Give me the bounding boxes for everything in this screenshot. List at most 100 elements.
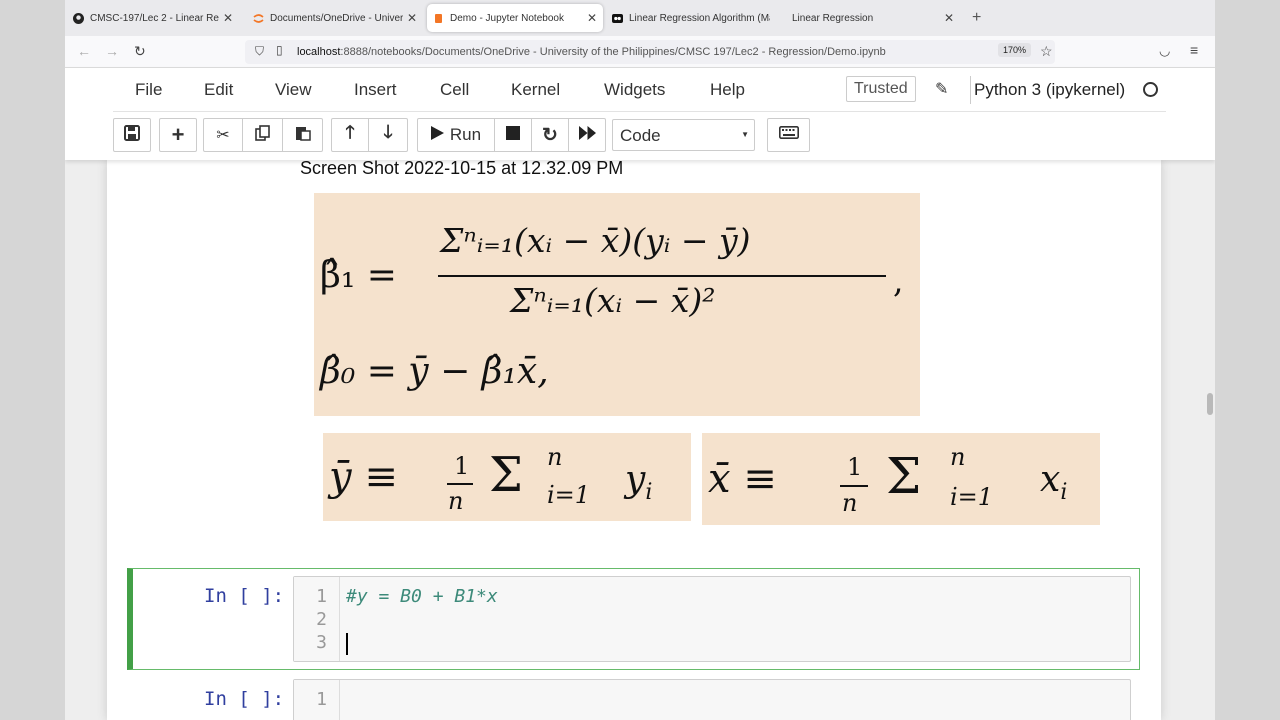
close-icon[interactable]: ✕ <box>944 11 954 25</box>
code-editor[interactable]: 1 <box>293 679 1131 720</box>
copy-icon <box>254 124 271 146</box>
pencil-icon[interactable]: ✎ <box>935 79 948 99</box>
cut-button[interactable]: ✂ <box>203 118 243 152</box>
sum-lower-bound: i=1 <box>950 483 994 511</box>
y-mean-formula: ȳ ≡ 1 n Σ n i=1 yi <box>323 433 691 521</box>
url-text: localhost:8888/notebooks/Documents/OneDr… <box>297 46 886 58</box>
tab-onedrive-documents[interactable]: Documents/OneDrive - Universi ✕ <box>247 4 423 32</box>
text-cursor <box>346 633 348 655</box>
menu-widgets[interactable]: Widgets <box>604 80 665 100</box>
image-caption: Screen Shot 2022-10-15 at 12.32.09 PM <box>300 158 624 178</box>
input-prompt: In [ ]: <box>204 688 285 710</box>
pocket-icon[interactable]: ◡ <box>1159 43 1170 59</box>
fraction-bar <box>840 485 868 487</box>
arrow-up-icon: 🡑 <box>345 122 355 142</box>
restart-button[interactable]: ↻ <box>532 118 569 152</box>
summand: yi <box>625 459 653 506</box>
tab-linear-regression-algorithm[interactable]: Linear Regression Algorithm (Ma <box>606 4 776 32</box>
menu-kernel[interactable]: Kernel <box>511 80 560 100</box>
save-icon <box>124 124 140 146</box>
kernel-idle-indicator-icon <box>1143 82 1158 97</box>
kernel-name[interactable]: Python 3 (ipykernel) <box>974 80 1125 100</box>
code-comment: #y = B0 + B1*x <box>346 586 498 607</box>
navigation-bar: ← → ↻ ⛉ ▯ localhost:8888/notebooks/Docum… <box>65 36 1215 68</box>
fraction-numerator: 1 <box>454 452 470 480</box>
scrollbar-thumb[interactable] <box>1207 393 1213 415</box>
hamburger-menu-icon[interactable]: ≡ <box>1190 42 1198 58</box>
menu-view[interactable]: View <box>275 80 312 100</box>
menu-cell[interactable]: Cell <box>440 80 469 100</box>
sigma-symbol: Σ <box>489 447 523 503</box>
run-button[interactable]: Run <box>417 118 495 152</box>
play-icon <box>430 125 444 145</box>
interrupt-button[interactable] <box>495 118 532 152</box>
insert-cell-button[interactable]: + <box>159 118 197 152</box>
paste-icon <box>295 125 311 146</box>
plus-icon: + <box>171 122 185 147</box>
keyboard-icon <box>778 126 799 144</box>
tab-github-lecture[interactable]: CMSC-197/Lec 2 - Linear Regre ✕ <box>67 4 239 32</box>
code-cell[interactable]: In [ ]: 1 2 3 #y = B0 + B1*x <box>127 568 1140 670</box>
summand: xi <box>1040 459 1068 506</box>
copy-button[interactable] <box>243 118 283 152</box>
line-number: 1 <box>316 586 327 607</box>
reload-icon[interactable]: ↻ <box>134 43 146 60</box>
sum-upper-bound: n <box>547 443 563 471</box>
arrow-down-icon: 🡓 <box>383 122 393 142</box>
tab-linear-regression[interactable]: Linear Regression ✕ <box>786 4 960 32</box>
x-mean-formula: x̄ ≡ 1 n Σ n i=1 xi <box>702 433 1100 525</box>
line-number: 2 <box>316 609 327 630</box>
ybar-lhs: ȳ ≡ <box>329 454 398 500</box>
fraction-numerator: 1 <box>847 453 863 481</box>
menu-insert[interactable]: Insert <box>354 80 397 100</box>
page-icon: ▯ <box>276 43 283 57</box>
menu-bar: File Edit View Insert Cell Kernel Widget… <box>113 68 1166 112</box>
save-button[interactable] <box>113 118 151 152</box>
back-icon[interactable]: ← <box>77 43 91 59</box>
notebook-icon <box>433 13 444 24</box>
cell-type-select[interactable]: Code ▼ <box>612 119 755 151</box>
menu-help[interactable]: Help <box>710 80 745 100</box>
close-icon[interactable]: ✕ <box>223 11 233 25</box>
close-icon[interactable]: ✕ <box>407 11 417 25</box>
forward-icon[interactable]: → <box>105 43 119 59</box>
code-editor[interactable]: 1 2 3 #y = B0 + B1*x <box>293 576 1131 662</box>
menu-file[interactable]: File <box>135 80 162 100</box>
line-number: 3 <box>316 632 327 653</box>
line-number-gutter: 1 <box>294 680 340 720</box>
tab-demo-notebook[interactable]: Demo - Jupyter Notebook ✕ <box>427 4 603 32</box>
bookmark-star-icon[interactable]: ☆ <box>1040 43 1053 60</box>
tab-label: Linear Regression <box>792 12 874 24</box>
fraction-denominator: n <box>842 489 858 517</box>
new-tab-icon[interactable]: + <box>972 9 981 27</box>
close-icon[interactable]: ✕ <box>587 11 597 25</box>
restart-run-all-button[interactable] <box>569 118 606 152</box>
tab-label: Demo - Jupyter Notebook <box>450 12 564 24</box>
address-bar[interactable]: ⛉ ▯ localhost:8888/notebooks/Documents/O… <box>245 40 1055 64</box>
restart-icon: ↻ <box>542 124 558 146</box>
regression-coefficient-formulas: β̂₁ = Σⁿᵢ₌₁(xᵢ − x̄)(yᵢ − ȳ) Σⁿᵢ₌₁(xᵢ − … <box>314 193 920 416</box>
media-icon <box>612 13 623 24</box>
tab-label: Linear Regression Algorithm (Ma <box>629 12 770 24</box>
input-prompt: In [ ]: <box>204 585 285 607</box>
notebook-area[interactable]: Screen Shot 2022-10-15 at 12.32.09 PM β̂… <box>65 158 1215 720</box>
paste-button[interactable] <box>283 118 323 152</box>
beta1-comma: , <box>893 261 904 300</box>
line-number-gutter: 1 2 3 <box>294 577 340 661</box>
beta1-numerator: Σⁿᵢ₌₁(xᵢ − x̄)(yᵢ − ȳ) <box>440 221 751 260</box>
line-number: 1 <box>316 689 327 710</box>
code-cell[interactable]: In [ ]: 1 <box>127 672 1140 720</box>
command-palette-button[interactable] <box>767 118 810 152</box>
sum-upper-bound: n <box>950 443 966 471</box>
divider <box>970 76 971 104</box>
zoom-level[interactable]: 170% <box>998 43 1032 57</box>
move-up-button[interactable]: 🡑 <box>331 118 369 152</box>
sigma-symbol: Σ <box>886 447 922 505</box>
fast-forward-icon <box>578 125 596 145</box>
move-down-button[interactable]: 🡓 <box>369 118 408 152</box>
beta0-formula: β̂₀ = ȳ − β̂₁x̄, <box>320 351 549 392</box>
menu-edit[interactable]: Edit <box>204 80 233 100</box>
xbar-lhs: x̄ ≡ <box>708 456 777 502</box>
trusted-indicator[interactable]: Trusted <box>846 76 916 102</box>
stop-icon <box>506 125 520 145</box>
